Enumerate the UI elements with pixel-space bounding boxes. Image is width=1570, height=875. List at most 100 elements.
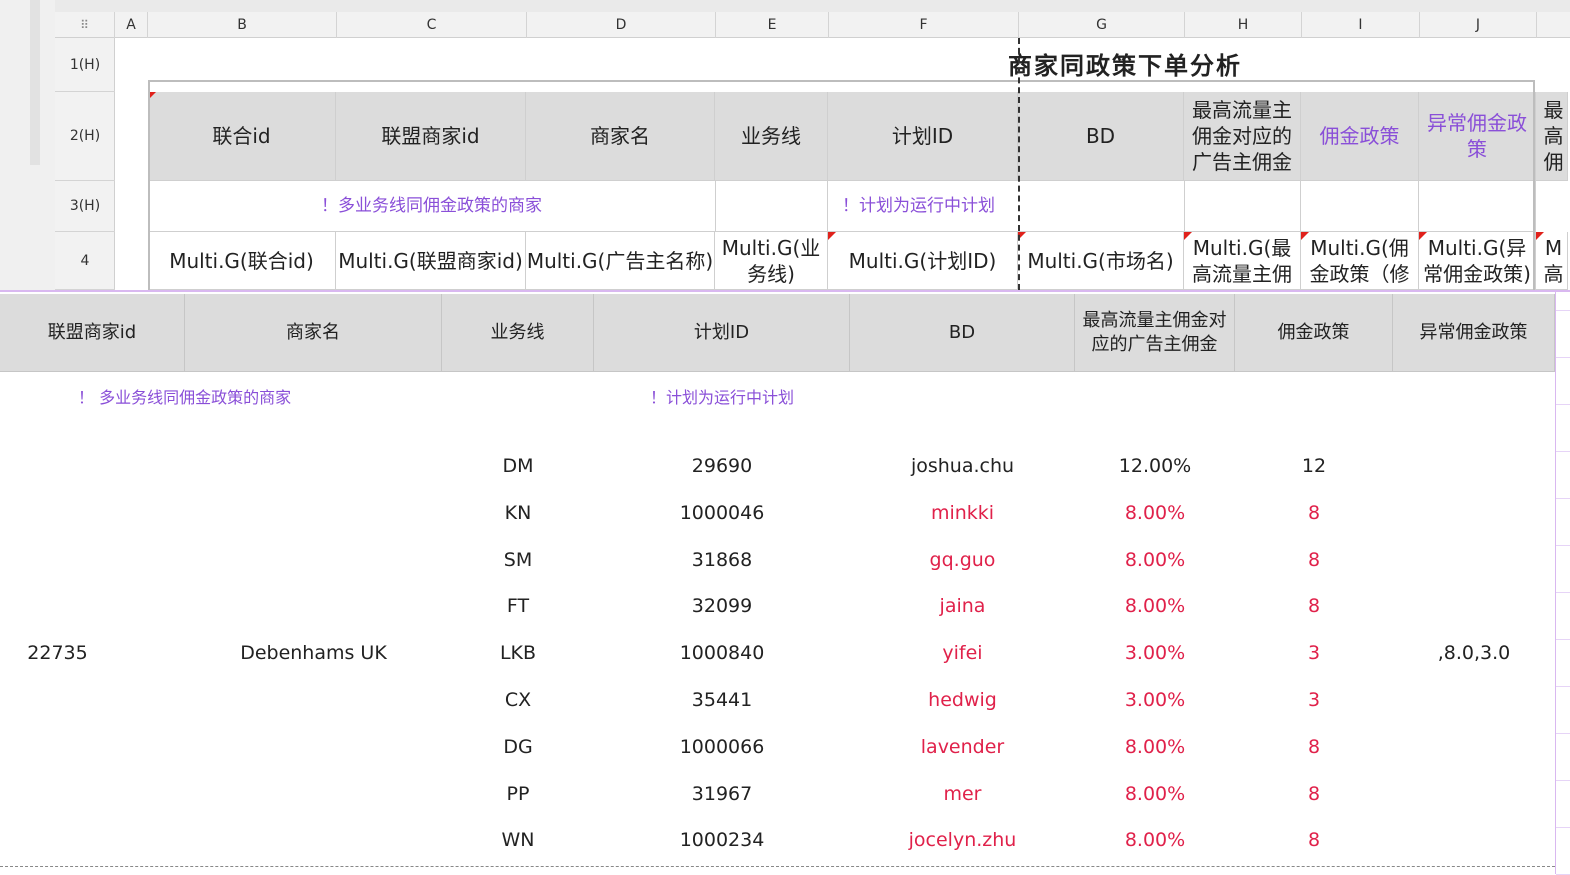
report-preview: 联盟商家id 商家名 业务线 计划ID BD 最高流量主佣金对应的广告主佣金 佣… — [0, 290, 1570, 874]
max-commission-cell: 8.00% — [1124, 548, 1186, 571]
abnormal-policy-value: ,8.0,3.0 — [1437, 642, 1511, 664]
preview-note-multi-line: ！ 多业务线同佣金政策的商家 — [78, 388, 292, 407]
preview-header-bd: BD — [850, 294, 1075, 372]
business-line-cell: DG — [503, 735, 533, 758]
preview-note-running-plan: ！计划为运行中计划 — [650, 388, 795, 407]
bd-cell: lavender — [920, 735, 1005, 758]
max-commission-cell: 3.00% — [1124, 689, 1186, 711]
column-header-d[interactable]: D — [527, 12, 716, 38]
grid-line — [1556, 357, 1570, 358]
business-line-cell: FT — [506, 595, 530, 618]
page-break-bottom — [0, 866, 1555, 867]
column-header-i[interactable]: I — [1302, 12, 1420, 38]
commission-policy-cell: 8 — [1307, 782, 1321, 805]
commission-policy-cell: 3 — [1307, 689, 1321, 711]
preview-header-business-line: 业务线 — [442, 294, 594, 372]
column-header-h[interactable]: H — [1185, 12, 1302, 38]
preview-header-commission-policy: 佣金政策 — [1235, 294, 1393, 372]
sheet-edge-grid — [1555, 290, 1570, 875]
row-header-bar: 1(H) 2(H) 3(H) 4 — [55, 38, 115, 290]
comment-marker-icon — [1536, 232, 1544, 240]
plan-id-cell: 1000840 — [679, 642, 765, 665]
column-header-b[interactable]: B — [148, 12, 337, 38]
grid-line — [1556, 310, 1570, 311]
preview-header-merchant-id: 联盟商家id — [0, 294, 185, 372]
preview-header-max-commission: 最高流量主佣金对应的广告主佣金 — [1075, 294, 1235, 372]
commission-policy-cell: 8 — [1307, 595, 1321, 618]
commission-policy-cell: 3 — [1307, 642, 1321, 665]
row-header-4[interactable]: 4 — [55, 232, 115, 290]
page-break-line — [1018, 38, 1020, 290]
commission-policy-cell: 8 — [1307, 735, 1321, 758]
template-frame — [148, 80, 1535, 290]
business-line-cell: WN — [501, 829, 535, 852]
commission-policy-cell: 12 — [1301, 455, 1327, 477]
plan-id-cell: 29690 — [691, 455, 753, 477]
column-header-j[interactable]: J — [1420, 12, 1537, 38]
plan-id-cell: 32099 — [691, 595, 753, 618]
column-header-bar: ⠿ A B C D E F G H I J — [55, 12, 1570, 38]
bd-cell: hedwig — [928, 689, 997, 711]
column-header-g[interactable]: G — [1019, 12, 1185, 38]
business-line-cell: SM — [503, 548, 533, 571]
toolbar-strip — [55, 0, 1570, 12]
header-cell-max-commission-2[interactable]: 最高佣 — [1536, 92, 1568, 181]
grid-line — [1556, 498, 1570, 499]
bd-cell: jocelyn.zhu — [908, 829, 1017, 852]
left-panel-strip — [0, 0, 55, 290]
commission-policy-cell: 8 — [1307, 501, 1321, 524]
bd-cell: yifei — [942, 642, 983, 665]
scrollbar[interactable] — [30, 0, 40, 165]
business-line-cell: LKB — [499, 642, 537, 665]
sheet-title[interactable]: 商家同政策下单分析 — [1005, 46, 1245, 80]
plan-id-cell: 31868 — [691, 548, 753, 571]
row-header-2[interactable]: 2(H) — [55, 92, 115, 181]
preview-header-plan-id: 计划ID — [594, 294, 850, 372]
preview-header-row: 联盟商家id 商家名 业务线 计划ID BD 最高流量主佣金对应的广告主佣金 佣… — [0, 294, 1555, 372]
bd-cell: joshua.chu — [910, 455, 1015, 477]
bd-cell: gq.guo — [929, 548, 996, 571]
select-all-corner[interactable]: ⠿ — [55, 12, 115, 38]
preview-header-abnormal-policy: 异常佣金政策 — [1393, 294, 1555, 372]
plan-id-cell: 35441 — [691, 689, 753, 711]
grid-line — [1556, 404, 1570, 405]
preview-header-merchant-name: 商家名 — [185, 294, 442, 372]
business-line-cell: CX — [504, 689, 532, 711]
plan-id-cell: 1000066 — [679, 735, 765, 758]
grid-line — [1556, 639, 1570, 640]
row-header-1[interactable]: 1(H) — [55, 38, 115, 92]
column-header-a[interactable]: A — [115, 12, 148, 38]
formula-cell[interactable]: M高 — [1536, 232, 1568, 290]
max-commission-cell: 8.00% — [1124, 782, 1186, 805]
business-line-cell: KN — [504, 501, 532, 524]
row-header-3[interactable]: 3(H) — [55, 181, 115, 232]
max-commission-cell: 8.00% — [1124, 595, 1186, 618]
bd-cell: minkki — [930, 501, 995, 524]
max-commission-cell: 8.00% — [1124, 829, 1186, 852]
column-header-e[interactable]: E — [716, 12, 829, 38]
plan-id-cell: 1000234 — [679, 829, 765, 852]
grid-line — [1556, 592, 1570, 593]
grid-line — [1556, 827, 1570, 828]
max-commission-cell: 3.00% — [1124, 642, 1186, 665]
plan-id-cell: 31967 — [691, 782, 753, 805]
grip-icon: ⠿ — [80, 18, 89, 32]
bd-cell: mer — [943, 782, 982, 805]
business-line-cell: DM — [502, 455, 534, 477]
max-commission-cell: 12.00% — [1118, 455, 1192, 477]
column-header-f[interactable]: F — [829, 12, 1019, 38]
merchant-id-value: 22735 — [27, 642, 88, 664]
grid-line — [1556, 451, 1570, 452]
column-header-c[interactable]: C — [337, 12, 527, 38]
business-line-cell: PP — [506, 782, 530, 805]
grid-line — [1556, 733, 1570, 734]
bd-cell: jaina — [939, 595, 986, 618]
commission-policy-cell: 8 — [1307, 829, 1321, 852]
grid-line — [1556, 545, 1570, 546]
grid-line — [1556, 780, 1570, 781]
merchant-name-value: Debenhams UK — [240, 642, 387, 664]
max-commission-cell: 8.00% — [1124, 735, 1186, 758]
plan-id-cell: 1000046 — [679, 501, 765, 524]
max-commission-cell: 8.00% — [1124, 501, 1186, 524]
grid-line — [1556, 686, 1570, 687]
